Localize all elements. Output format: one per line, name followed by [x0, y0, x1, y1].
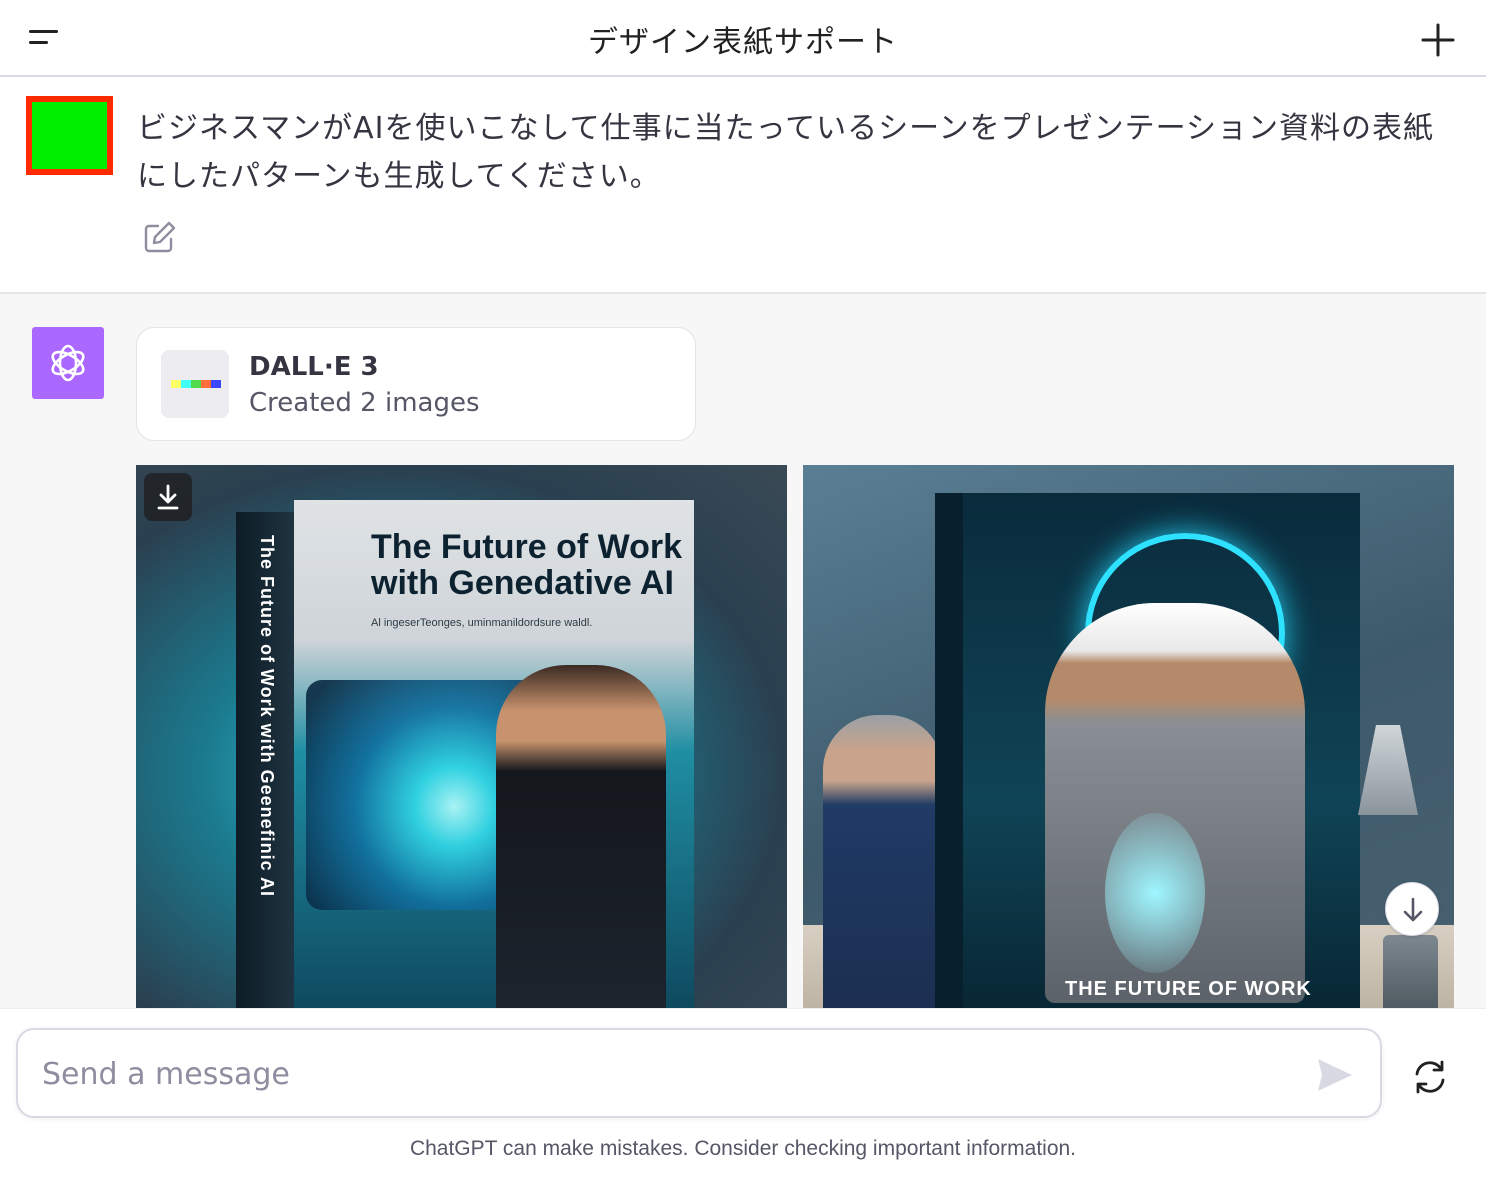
edit-icon[interactable] [143, 220, 177, 254]
generated-image-2[interactable]: THE FUTURE OF WORK [803, 465, 1454, 1010]
book-cover-illustration: The Future of Work with Geenefinic AI Th… [236, 500, 696, 1010]
assistant-message: DALL·E 3 Created 2 images The Future of … [0, 294, 1486, 1010]
composer: ChatGPT can make mistakes. Consider chec… [0, 1008, 1486, 1182]
tool-name: DALL·E 3 [249, 352, 379, 382]
pen-cup-illustration [1383, 935, 1438, 1010]
user-message: ビジネスマンがAIを使いこなして仕事に当たっているシーンをプレゼンテーション資料… [0, 77, 1486, 294]
generated-image-1[interactable]: The Future of Work with Geenefinic AI Th… [136, 465, 787, 1010]
user-avatar [26, 96, 113, 175]
tool-status: Created 2 images [249, 388, 480, 418]
send-icon[interactable] [1314, 1054, 1356, 1096]
cover-title: THE FUTURE OF WORK [1065, 978, 1312, 1000]
download-icon[interactable] [144, 473, 192, 521]
plus-icon[interactable] [1418, 20, 1458, 60]
lamp-illustration [1358, 725, 1418, 815]
dalle-tool-card[interactable]: DALL·E 3 Created 2 images [136, 327, 696, 441]
chatgpt-avatar [32, 327, 104, 399]
cover-title: The Future of Work with Genedative AI [371, 528, 683, 602]
seated-businessman-illustration [823, 715, 943, 1010]
conversation-title: デザイン表紙サポート [588, 25, 898, 60]
spine-text: The Future of Work with Geenefinic AI [257, 535, 277, 898]
book-cover-illustration: THE FUTURE OF WORK [935, 493, 1360, 1010]
message-input[interactable] [42, 1050, 1282, 1098]
arrow-down-icon[interactable] [1385, 882, 1439, 936]
refresh-icon[interactable] [1408, 1055, 1452, 1099]
disclaimer: ChatGPT can make mistakes. Consider chec… [409, 1137, 1077, 1160]
message-box [16, 1028, 1382, 1118]
top-bar: デザイン表紙サポート [0, 0, 1486, 77]
dalle-icon [161, 350, 229, 418]
cover-subtitle: Al ingeserTeonges, uminmanildordsure wal… [371, 617, 593, 629]
user-message-text: ビジネスマンがAIを使いこなして仕事に当たっているシーンをプレゼンテーション資料… [137, 111, 1434, 194]
